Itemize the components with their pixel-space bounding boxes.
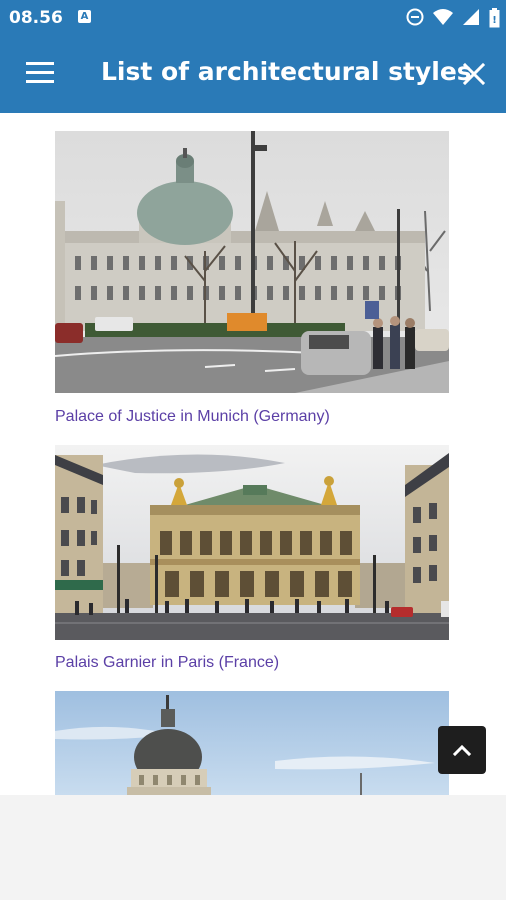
close-icon[interactable] (462, 62, 486, 86)
palace-of-justice-photo[interactable] (55, 131, 449, 393)
item-caption-palace-of-justice[interactable]: Palace of Justice in Munich (Germany) (55, 408, 330, 426)
wifi-icon (432, 9, 453, 25)
notification-badge: A (78, 10, 91, 23)
hamburger-menu-icon[interactable] (26, 62, 54, 84)
status-time: 08.56 (9, 8, 63, 28)
palais-garnier-photo[interactable] (55, 445, 449, 640)
status-icons: ! (402, 8, 500, 28)
battery-icon: ! (489, 8, 500, 28)
bottom-area (0, 795, 506, 900)
app-toolbar: List of architectural styles (0, 36, 506, 113)
status-bar: 08.56 A ! (0, 0, 506, 36)
do-not-disturb-icon (406, 8, 424, 26)
scroll-to-top-button[interactable] (438, 726, 486, 774)
svg-text:!: ! (492, 15, 497, 26)
styles-list: Palace of Justice in Munich (Germany) Pa… (0, 113, 506, 795)
page-title: List of architectural styles (101, 57, 472, 86)
third-building-photo[interactable] (55, 691, 449, 795)
item-caption-palais-garnier[interactable]: Palais Garnier in Paris (France) (55, 654, 279, 672)
chevron-up-icon (452, 744, 472, 757)
signal-icon (462, 9, 479, 25)
